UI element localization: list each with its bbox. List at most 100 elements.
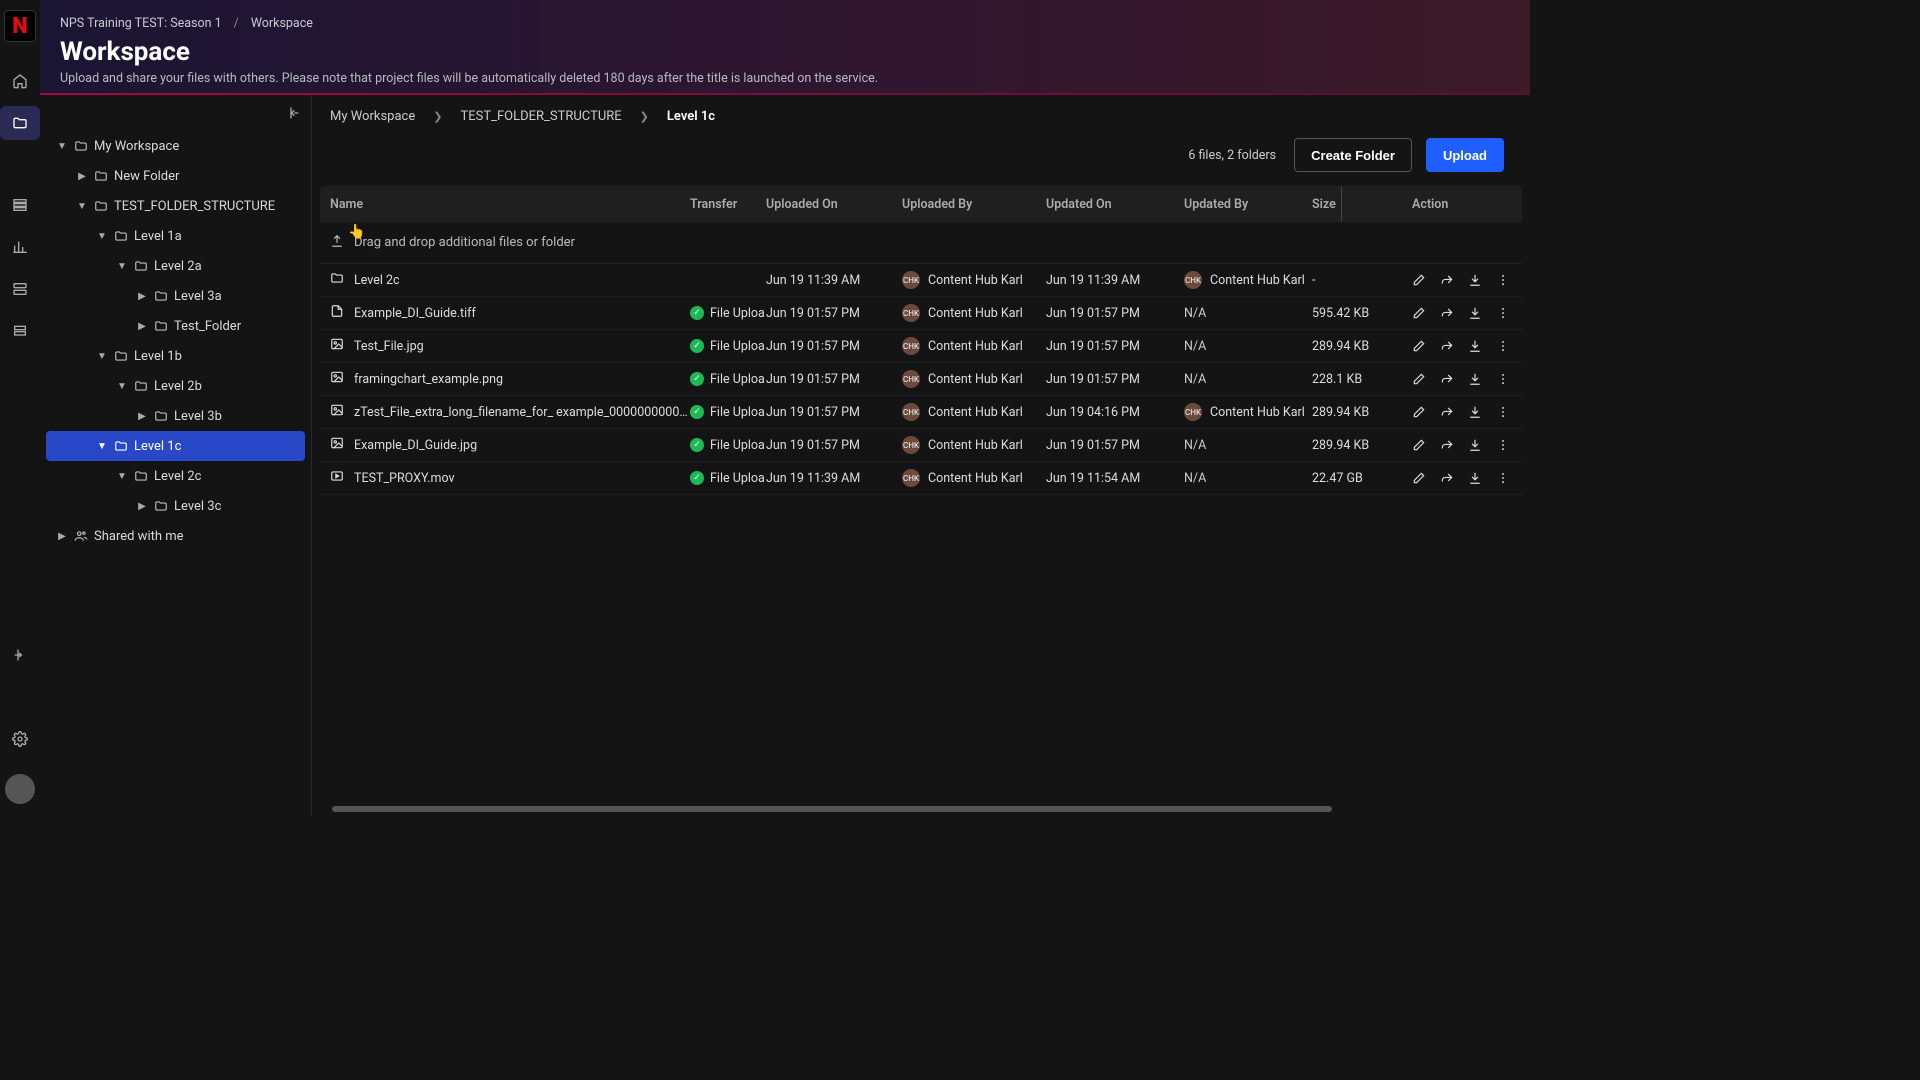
more-icon[interactable] [1496, 339, 1510, 353]
user-avatar[interactable] [5, 774, 35, 804]
tree-level-2a[interactable]: ▼ Level 2a [46, 251, 305, 281]
updated-on: Jun 19 01:57 PM [1046, 372, 1184, 387]
share-icon[interactable] [1440, 273, 1454, 287]
col-updated-by[interactable]: Updated By [1184, 197, 1312, 212]
download-icon[interactable] [1468, 471, 1482, 485]
more-icon[interactable] [1496, 273, 1510, 287]
file-type-icon [330, 436, 344, 454]
edit-icon[interactable] [1412, 306, 1426, 320]
download-icon[interactable] [1468, 273, 1482, 287]
more-icon[interactable] [1496, 372, 1510, 386]
edit-icon[interactable] [1412, 273, 1426, 287]
user-avatar-icon: CHK [1184, 271, 1202, 289]
download-icon[interactable] [1468, 405, 1482, 419]
rail-home[interactable] [0, 64, 40, 98]
col-uploaded-by[interactable]: Uploaded By [902, 197, 1046, 212]
crumb-folder[interactable]: TEST_FOLDER_STRUCTURE [460, 109, 621, 124]
user-avatar-icon: CHK [902, 436, 920, 454]
rail-workspace[interactable] [0, 106, 40, 140]
share-icon[interactable] [1440, 372, 1454, 386]
rail-item-5[interactable] [0, 272, 40, 306]
share-icon[interactable] [1440, 339, 1454, 353]
tree-level-1c[interactable]: ▼ Level 1c [46, 431, 305, 461]
tree-test-folder-structure[interactable]: ▼ TEST_FOLDER_STRUCTURE [46, 191, 305, 221]
edit-icon[interactable] [1412, 372, 1426, 386]
rail-item-3[interactable] [0, 188, 40, 222]
rail-collapse[interactable] [0, 638, 40, 672]
tree-label: Level 2a [154, 259, 202, 274]
table-row[interactable]: framingchart_example.png✓File UploaJun 1… [320, 363, 1522, 396]
more-icon[interactable] [1496, 471, 1510, 485]
tree-level-1a[interactable]: ▼ Level 1a [46, 221, 305, 251]
edit-icon[interactable] [1412, 405, 1426, 419]
sidebar-collapse-icon[interactable] [285, 105, 301, 125]
user-avatar-icon: CHK [902, 370, 920, 388]
share-icon[interactable] [1440, 438, 1454, 452]
tree-level-1b[interactable]: ▼ Level 1b [46, 341, 305, 371]
upload-button[interactable]: Upload [1426, 138, 1504, 172]
download-icon[interactable] [1468, 306, 1482, 320]
tree-label: Level 1a [134, 229, 182, 244]
edit-icon[interactable] [1412, 471, 1426, 485]
more-icon[interactable] [1496, 405, 1510, 419]
table-row[interactable]: Example_DI_Guide.jpg✓File UploaJun 19 01… [320, 429, 1522, 462]
updated-by-na: N/A [1184, 339, 1206, 354]
edit-icon[interactable] [1412, 438, 1426, 452]
col-size[interactable]: Size [1312, 197, 1412, 212]
file-size: 22.47 GB [1312, 471, 1412, 486]
col-updated-on[interactable]: Updated On [1046, 197, 1184, 212]
crumb-project[interactable]: NPS Training TEST: Season 1 [60, 16, 222, 31]
success-icon: ✓ [690, 471, 704, 485]
table-row[interactable]: Level 2cJun 19 11:39 AMCHKContent Hub Ka… [320, 264, 1522, 297]
rail-settings[interactable] [0, 722, 40, 756]
tree-my-workspace[interactable]: ▼ My Workspace [46, 131, 305, 161]
updated-on: Jun 19 04:16 PM [1046, 405, 1184, 420]
col-name[interactable]: Name [330, 197, 690, 212]
success-icon: ✓ [690, 372, 704, 386]
column-divider[interactable] [1341, 186, 1342, 222]
more-icon[interactable] [1496, 438, 1510, 452]
folder-icon [134, 379, 148, 393]
tree-level-3a[interactable]: ▶ Level 3a [46, 281, 305, 311]
updated-on: Jun 19 01:57 PM [1046, 306, 1184, 321]
file-breadcrumb: My Workspace ❯ TEST_FOLDER_STRUCTURE ❯ L… [312, 95, 1522, 138]
download-icon[interactable] [1468, 339, 1482, 353]
more-icon[interactable] [1496, 306, 1510, 320]
table-row[interactable]: Test_File.jpg✓File UploaJun 19 01:57 PMC… [320, 330, 1522, 363]
updated-by-na: N/A [1184, 372, 1206, 387]
share-icon[interactable] [1440, 471, 1454, 485]
tree-level-3b[interactable]: ▶ Level 3b [46, 401, 305, 431]
app-logo[interactable]: N [4, 10, 36, 42]
transfer-status: File Uploa [710, 306, 765, 321]
rail-item-4[interactable] [0, 230, 40, 264]
download-icon[interactable] [1468, 438, 1482, 452]
col-uploaded-on[interactable]: Uploaded On [766, 197, 902, 212]
download-icon[interactable] [1468, 372, 1482, 386]
drop-zone[interactable]: 👆 Drag and drop additional files or fold… [320, 222, 1522, 264]
tree-label: Level 2c [154, 469, 201, 484]
folder-icon [154, 409, 168, 423]
tree-level-3c[interactable]: ▶ Level 3c [46, 491, 305, 521]
rail-item-6[interactable] [0, 314, 40, 348]
create-folder-button[interactable]: Create Folder [1294, 138, 1412, 172]
table-row[interactable]: TEST_PROXY.mov✓File UploaJun 19 11:39 AM… [320, 462, 1522, 495]
table-row[interactable]: zTest_File_extra_long_filename_for_ exam… [320, 396, 1522, 429]
folder-sidebar: ▼ My Workspace ▶ New Folder ▼ TEST_FOLDE… [40, 95, 312, 816]
share-icon[interactable] [1440, 405, 1454, 419]
crumb-my-workspace[interactable]: My Workspace [330, 109, 415, 124]
tree-new-folder[interactable]: ▶ New Folder [46, 161, 305, 191]
file-name: framingchart_example.png [354, 372, 503, 387]
col-transfer[interactable]: Transfer [690, 197, 766, 212]
file-size: 228.1 KB [1312, 372, 1412, 387]
edit-icon[interactable] [1412, 339, 1426, 353]
tree-level-2b[interactable]: ▼ Level 2b [46, 371, 305, 401]
chevron-right-icon: ▶ [136, 411, 148, 422]
home-icon [12, 73, 28, 89]
tree-shared[interactable]: ▶ Shared with me [46, 521, 305, 551]
tree-level-2c[interactable]: ▼ Level 2c [46, 461, 305, 491]
tree-test-folder[interactable]: ▶ Test_Folder [46, 311, 305, 341]
folder-tree: ▼ My Workspace ▶ New Folder ▼ TEST_FOLDE… [40, 131, 311, 551]
share-icon[interactable] [1440, 306, 1454, 320]
table-row[interactable]: Example_DI_Guide.tiff✓File UploaJun 19 0… [320, 297, 1522, 330]
horizontal-scrollbar[interactable] [332, 806, 1332, 812]
